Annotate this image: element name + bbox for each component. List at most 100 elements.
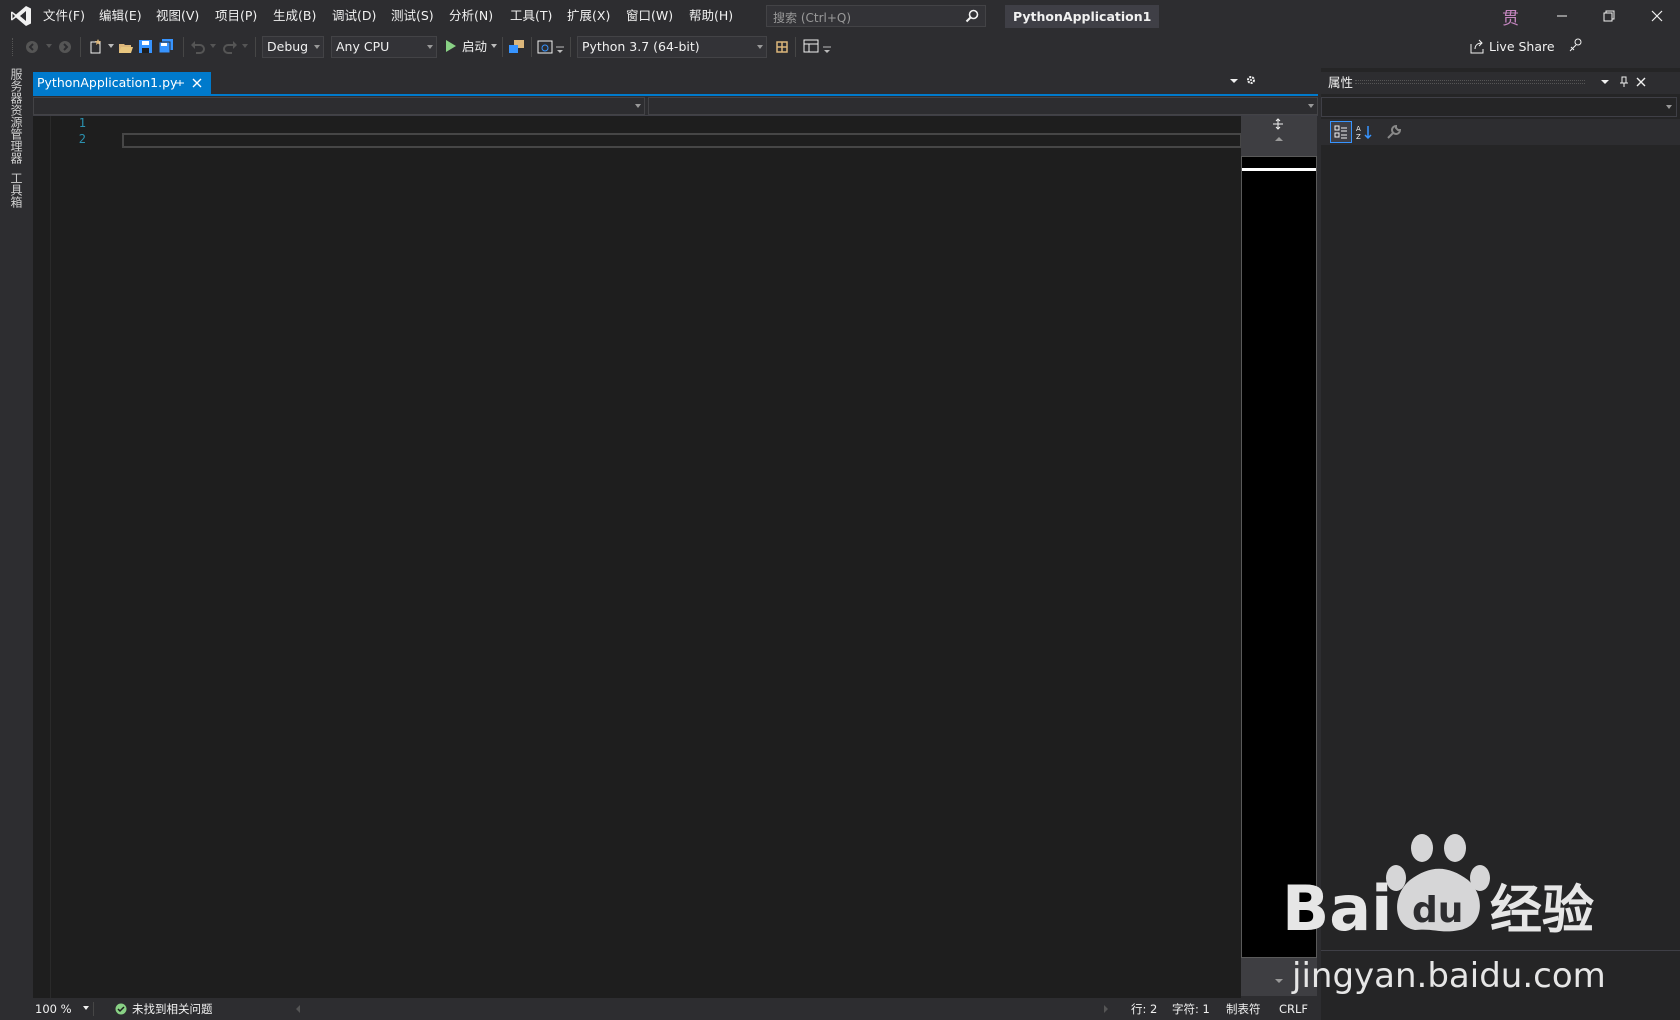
pin-icon[interactable] xyxy=(174,77,186,89)
configuration-value: Debug xyxy=(267,39,309,54)
start-button[interactable]: 启动 xyxy=(462,36,487,58)
attach-process-icon[interactable] xyxy=(508,38,525,55)
menu-test[interactable]: 测试(S) xyxy=(391,0,434,32)
watermark-url: jingyan.baidu.com xyxy=(1291,956,1606,996)
visual-studio-logo-icon[interactable] xyxy=(10,5,32,27)
feedback-icon[interactable] xyxy=(1568,37,1584,53)
close-window-icon[interactable] xyxy=(1650,9,1664,23)
save-icon[interactable] xyxy=(138,39,153,54)
redo-icon[interactable] xyxy=(222,39,238,55)
python-environment-select[interactable]: Python 3.7 (64-bit) xyxy=(577,36,767,58)
document-tab-label: PythonApplication1.py xyxy=(37,75,178,90)
live-share-icon xyxy=(1470,39,1485,54)
close-tab-icon[interactable] xyxy=(191,77,203,89)
editor-indicator-margin xyxy=(33,116,51,998)
platform-select[interactable]: Any CPU xyxy=(331,36,437,58)
menu-build[interactable]: 生成(B) xyxy=(273,0,316,32)
toolbar-separator xyxy=(531,37,532,57)
toolbar-separator xyxy=(255,37,256,57)
properties-toolbar xyxy=(1321,119,1680,145)
categorized-button[interactable] xyxy=(1330,121,1352,143)
code-editor[interactable] xyxy=(33,116,1241,998)
configuration-select[interactable]: Debug xyxy=(262,36,324,58)
scroll-left-icon[interactable] xyxy=(295,1005,301,1013)
package-icon[interactable] xyxy=(775,38,789,54)
toolbar-separator xyxy=(502,37,503,57)
line-indicator[interactable]: 行: 2 xyxy=(1131,998,1157,1020)
document-tab[interactable]: PythonApplication1.py xyxy=(33,72,211,94)
environment-value: Python 3.7 (64-bit) xyxy=(582,39,700,54)
new-project-icon[interactable] xyxy=(88,38,104,54)
save-all-icon[interactable] xyxy=(158,38,174,54)
member-dropdown[interactable] xyxy=(648,97,1318,115)
scroll-up-icon[interactable] xyxy=(1275,136,1283,142)
line-ending[interactable]: CRLF xyxy=(1279,998,1308,1020)
property-pages-wrench-icon[interactable] xyxy=(1386,124,1402,140)
search-icon xyxy=(965,9,979,23)
minimize-icon[interactable] xyxy=(1555,9,1569,23)
layout-dropdown-icon[interactable] xyxy=(823,46,831,54)
toolbar-grip[interactable] xyxy=(12,38,15,56)
watermark-brand2: du xyxy=(1412,890,1463,931)
issues-status[interactable]: 未找到相关问题 xyxy=(132,998,213,1020)
panel-drag-grip[interactable] xyxy=(1355,80,1585,84)
new-dropdown-icon[interactable] xyxy=(108,43,114,49)
undo-dropdown-icon[interactable] xyxy=(210,43,216,49)
solution-title: PythonApplication1 xyxy=(1005,5,1160,28)
close-panel-icon[interactable] xyxy=(1635,76,1647,88)
open-file-icon[interactable] xyxy=(118,39,134,55)
menu-file[interactable]: 文件(F) xyxy=(43,0,85,32)
chevron-down-icon xyxy=(314,45,320,49)
navigate-forward-icon[interactable] xyxy=(57,39,73,55)
tab-settings-gear-icon[interactable] xyxy=(1245,74,1257,86)
toolbox-tab[interactable]: 工具箱 xyxy=(8,172,25,208)
char-indicator[interactable]: 字符: 1 xyxy=(1172,998,1210,1020)
toolbar-separator xyxy=(183,37,184,57)
user-avatar[interactable]: 贯 xyxy=(1502,4,1519,29)
search-input[interactable]: 搜索 (Ctrl+Q) xyxy=(766,5,986,27)
undo-icon[interactable] xyxy=(190,39,206,55)
split-editor-icon[interactable] xyxy=(1272,118,1284,130)
window-layout-icon[interactable] xyxy=(803,38,819,54)
menu-analyze[interactable]: 分析(N) xyxy=(449,0,493,32)
zoom-dropdown-icon[interactable] xyxy=(83,1006,89,1011)
server-explorer-tab[interactable]: 服务器资源管理器 xyxy=(8,68,25,164)
svg-text:Z: Z xyxy=(1356,133,1361,140)
tab-list-dropdown-icon[interactable] xyxy=(1230,78,1238,84)
left-dock-strip xyxy=(0,68,30,1020)
back-dropdown-icon[interactable] xyxy=(46,43,52,49)
toolbar-separator xyxy=(80,37,81,57)
menu-window[interactable]: 窗口(W) xyxy=(626,0,673,32)
start-dropdown-icon[interactable] xyxy=(491,43,497,49)
menu-project[interactable]: 项目(P) xyxy=(215,0,257,32)
chevron-down-icon xyxy=(427,45,433,49)
menu-extensions[interactable]: 扩展(X) xyxy=(567,0,610,32)
scroll-right-icon[interactable] xyxy=(1103,1005,1109,1013)
zoom-level[interactable]: 100 % xyxy=(35,998,72,1020)
indent-mode[interactable]: 制表符 xyxy=(1226,998,1261,1020)
categorized-icon xyxy=(1334,125,1348,139)
auto-hide-pin-icon[interactable] xyxy=(1618,76,1630,88)
baidu-jingyan-watermark: Bai du 经验 jingyan.baidu.com xyxy=(1280,830,1660,1000)
class-dropdown[interactable] xyxy=(33,97,645,115)
navigate-back-icon[interactable] xyxy=(24,39,40,55)
overflow-dropdown-icon[interactable] xyxy=(556,46,564,54)
redo-dropdown-icon[interactable] xyxy=(242,43,248,49)
menu-view[interactable]: 视图(V) xyxy=(156,0,199,32)
menu-edit[interactable]: 编辑(E) xyxy=(99,0,142,32)
object-selector-dropdown[interactable] xyxy=(1321,97,1677,117)
browser-link-icon[interactable] xyxy=(537,39,553,55)
menu-debug[interactable]: 调试(D) xyxy=(332,0,376,32)
chevron-down-icon xyxy=(1666,105,1672,110)
live-share-button[interactable]: Live Share xyxy=(1489,36,1555,58)
svg-text:A: A xyxy=(1356,125,1361,133)
alphabetical-sort-icon[interactable]: AZ xyxy=(1356,124,1372,140)
toolbar-separator xyxy=(795,37,796,57)
platform-value: Any CPU xyxy=(336,39,390,54)
panel-menu-dropdown-icon[interactable] xyxy=(1601,79,1609,85)
start-play-icon[interactable] xyxy=(445,39,457,53)
menu-tools[interactable]: 工具(T) xyxy=(510,0,552,32)
menu-help[interactable]: 帮助(H) xyxy=(689,0,733,32)
search-placeholder: 搜索 (Ctrl+Q) xyxy=(773,11,852,25)
restore-icon[interactable] xyxy=(1602,9,1616,23)
